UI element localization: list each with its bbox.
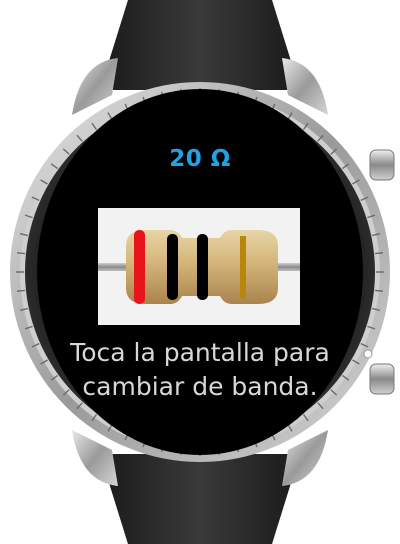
resistance-value: 20 Ω	[169, 146, 231, 172]
resistor-graphic	[98, 230, 300, 304]
bezel-tick	[374, 252, 384, 255]
resistor-band-1	[134, 230, 145, 304]
smartwatch-frame: 20 Ω Toca la pantalla para cambiar de ba…	[0, 0, 400, 544]
resistor-lead-left	[98, 263, 128, 271]
bezel-tick	[16, 289, 26, 292]
resistor-band-2	[167, 234, 178, 300]
crown-button-top	[369, 149, 395, 181]
crown-button-bottom	[369, 363, 395, 395]
strap-top	[100, 0, 300, 90]
bezel-tick	[16, 252, 26, 255]
resistor-image[interactable]	[98, 208, 300, 325]
resistor-band-3	[197, 234, 208, 300]
instruction-text: Toca la pantalla para cambiar de banda.	[37, 336, 363, 404]
resistor-band-tolerance	[240, 236, 246, 298]
instruction-line-2: cambiar de banda.	[82, 372, 318, 401]
bezel-dot	[363, 349, 373, 359]
bezel-tick	[374, 289, 384, 292]
watch-screen[interactable]: 20 Ω Toca la pantalla para cambiar de ba…	[37, 89, 363, 455]
instruction-line-1: Toca la pantalla para	[70, 338, 330, 367]
strap-bottom	[100, 454, 300, 544]
